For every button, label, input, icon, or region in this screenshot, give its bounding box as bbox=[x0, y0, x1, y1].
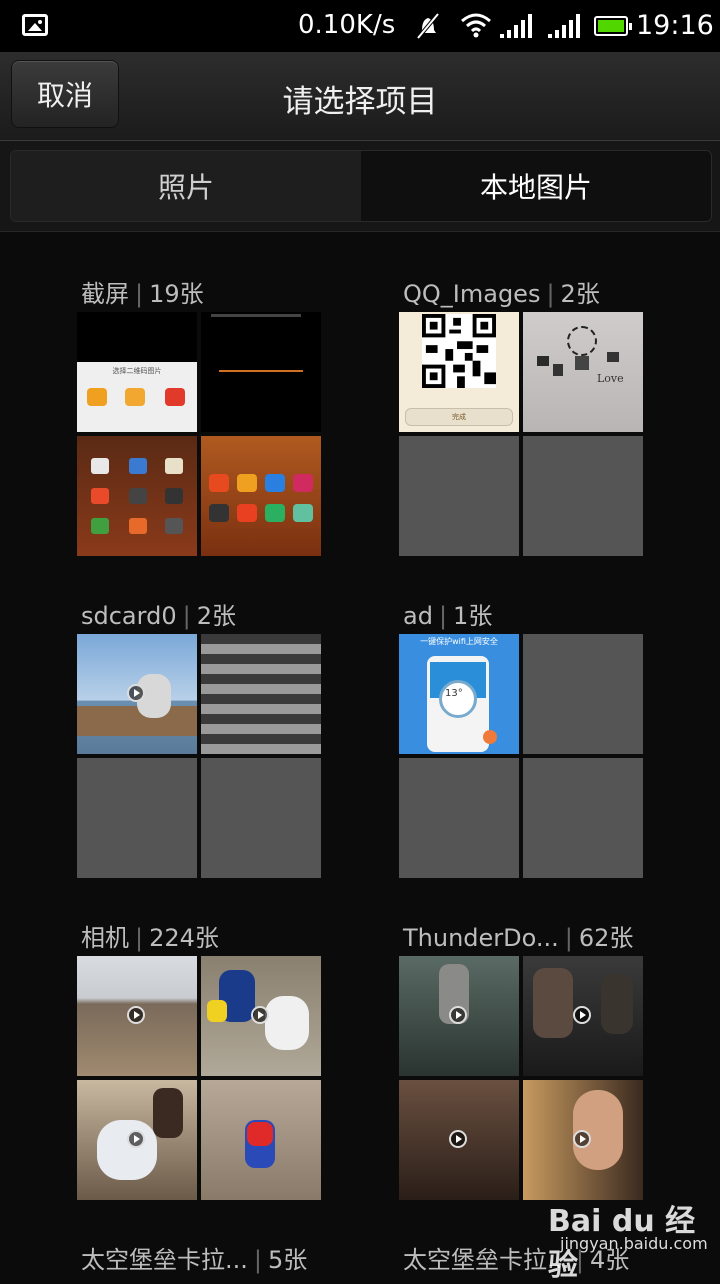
album-thumbnail-empty bbox=[523, 436, 643, 556]
title-bar: 取消 请选择项目 bbox=[0, 52, 720, 141]
album-thumbnail-empty bbox=[523, 758, 643, 878]
album-thumbnail: 一键保护wifi上网安全 13° bbox=[399, 634, 519, 754]
album-label: ThunderDo... | 62张 bbox=[403, 924, 634, 952]
play-icon bbox=[127, 1130, 145, 1148]
tab-bar: 照片 本地图片 bbox=[0, 141, 720, 232]
album-thumbnail bbox=[201, 436, 321, 556]
album-thumbnail bbox=[399, 1080, 519, 1200]
thumbnail-caption: 一键保护wifi上网安全 bbox=[420, 637, 498, 646]
album-label: QQ_Images | 2张 bbox=[403, 280, 600, 308]
album-thumbnail bbox=[77, 634, 197, 754]
album-thumbnail-empty bbox=[523, 634, 643, 754]
clock: 19:16 bbox=[636, 10, 714, 41]
album-thumbnail-empty bbox=[77, 758, 197, 878]
wifi-icon bbox=[461, 13, 491, 38]
play-icon bbox=[449, 1006, 467, 1024]
play-icon bbox=[573, 1130, 591, 1148]
album-thumbnail bbox=[77, 1080, 197, 1200]
qr-code-icon bbox=[422, 314, 496, 388]
image-icon bbox=[22, 14, 48, 36]
album-thumbnail bbox=[523, 1080, 643, 1200]
play-icon bbox=[127, 684, 145, 702]
album-thumbnail bbox=[201, 634, 321, 754]
album-label: sdcard0 | 2张 bbox=[81, 602, 236, 630]
album-thumbnail bbox=[77, 436, 197, 556]
thumbnail-caption: 选择二维码图片 bbox=[112, 367, 162, 375]
signal-icon bbox=[500, 14, 532, 38]
play-icon bbox=[449, 1130, 467, 1148]
album-thumbnail-empty bbox=[201, 758, 321, 878]
album-label: 相机 | 224张 bbox=[81, 924, 219, 952]
album-label: 太空堡垒卡拉... | 5张 bbox=[81, 1246, 308, 1274]
tab-local-images[interactable]: 本地图片 bbox=[361, 151, 711, 221]
album-label: ad | 1张 bbox=[403, 602, 493, 630]
play-icon bbox=[127, 1006, 145, 1024]
mute-icon bbox=[416, 12, 440, 40]
album-thumbnail-empty bbox=[399, 758, 519, 878]
album-thumbnail bbox=[201, 956, 321, 1076]
album-thumbnail bbox=[399, 956, 519, 1076]
thumbnail-caption: 完成 bbox=[405, 408, 513, 426]
battery-icon bbox=[594, 16, 632, 36]
album-thumbnail bbox=[201, 1080, 321, 1200]
album-thumbnail bbox=[523, 956, 643, 1076]
album-thumbnail: 完成 bbox=[399, 312, 519, 432]
baidu-watermark: Bai du 经验 jingyan.baidu.com bbox=[548, 1204, 708, 1283]
play-icon bbox=[251, 1006, 269, 1024]
status-bar: 0.10K/s 19:16 bbox=[0, 0, 720, 52]
album-thumbnail: 选择二维码图片 bbox=[77, 312, 197, 432]
cancel-button[interactable]: 取消 bbox=[11, 60, 119, 128]
album-thumbnail: Love bbox=[523, 312, 643, 432]
album-label: 截屏 | 19张 bbox=[81, 280, 204, 308]
signal-icon-2 bbox=[548, 14, 580, 38]
tab-photos[interactable]: 照片 bbox=[11, 151, 361, 221]
album-thumbnail bbox=[77, 956, 197, 1076]
thumbnail-caption: 13° bbox=[445, 688, 463, 699]
network-speed: 0.10K/s bbox=[298, 10, 396, 40]
play-icon bbox=[573, 1006, 591, 1024]
album-thumbnail-empty bbox=[399, 436, 519, 556]
thumbnail-caption: Love bbox=[597, 372, 624, 385]
album-thumbnail bbox=[201, 312, 321, 432]
